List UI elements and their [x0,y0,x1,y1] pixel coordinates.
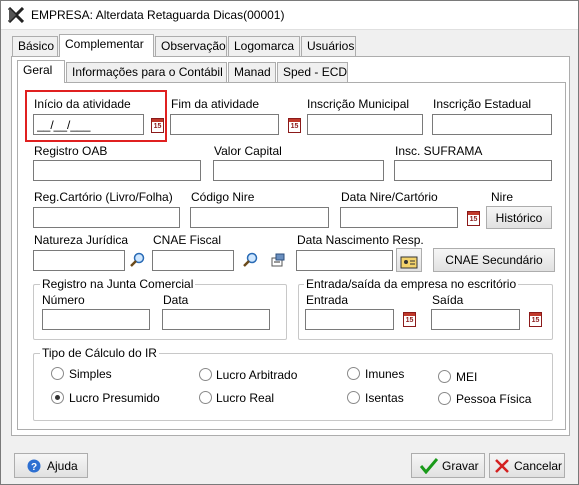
tab-sped-ecd[interactable]: Sped - ECD [277,62,348,83]
nire-label: Nire [491,190,514,204]
radio-lucro-real[interactable] [199,391,212,404]
radio-label: Isentas [365,391,404,405]
ajuda-label: Ajuda [47,459,78,473]
calendar-icon[interactable]: 15 [151,118,164,133]
valor-capital-label: Valor Capital [214,144,282,158]
registro-oab-input[interactable] [33,160,201,181]
radio-isentas[interactable] [347,391,360,404]
numero-input[interactable] [42,309,150,330]
radio-imunes[interactable] [347,367,360,380]
entrada-input[interactable] [305,309,394,330]
tab-label: Logomarca [234,39,295,53]
window-title: EMPRESA: Alterdata Retaguarda Dicas(0000… [31,8,285,22]
radio-label: Lucro Arbitrado [216,368,298,382]
inscricao-estadual-input[interactable] [432,114,552,135]
registro-oab-label: Registro OAB [34,144,108,158]
id-card-icon [400,256,418,269]
gravar-label: Gravar [442,459,479,473]
tipo-calculo-ir-title: Tipo de Cálculo do IR [40,346,159,360]
data-nascimento-resp-input[interactable] [296,250,393,271]
codigo-nire-input[interactable] [190,207,329,228]
data-nire-label: Data Nire/Cartório [341,190,438,204]
cnae-fiscal-input[interactable] [152,250,234,271]
saida-label: Saída [432,293,464,307]
radio-label: Lucro Real [216,391,275,405]
radio-label: Imunes [365,367,405,381]
calendar-icon[interactable]: 15 [467,211,480,226]
tab-label: Sped - ECD [283,65,348,79]
tab-observacao[interactable]: Observação [155,36,227,57]
insc-suframa-label: Insc. SUFRAMA [395,144,483,158]
tab-label: Usuários [307,39,355,53]
fim-atividade-label: Fim da atividade [171,97,260,111]
tab-basico[interactable]: Básico [12,36,58,57]
close-icon [495,459,509,473]
data-junta-input[interactable] [162,309,270,330]
title-bar: EMPRESA: Alterdata Retaguarda Dicas(0000… [0,0,579,30]
tab-label: Básico [18,39,55,53]
numero-label: Número [42,293,85,307]
calendar-icon[interactable]: 15 [288,118,301,133]
insc-suframa-input[interactable] [394,160,552,181]
radio-mei[interactable] [438,370,451,383]
tab-logomarca[interactable]: Logomarca [228,36,300,57]
cnae-fiscal-label: CNAE Fiscal [153,233,222,247]
ajuda-button[interactable]: ? Ajuda [14,453,88,478]
saida-input[interactable] [431,309,520,330]
tab-label: Complementar [65,37,144,51]
codigo-nire-label: Código Nire [191,190,255,204]
gravar-button[interactable]: Gravar [411,453,485,478]
natureza-juridica-label: Natureza Jurídica [34,233,129,247]
radio-lucro-presumido[interactable] [51,391,64,404]
inicio-atividade-label: Início da atividade [34,97,131,111]
radio-pessoa-fisica[interactable] [438,392,451,405]
search-icon[interactable] [129,252,145,268]
inscricao-municipal-input[interactable] [307,114,423,135]
checkmark-icon [420,458,438,474]
help-icon: ? [27,459,41,473]
natureza-juridica-input[interactable] [33,250,125,271]
radio-lucro-arbitrado[interactable] [199,368,212,381]
cancelar-label: Cancelar [514,459,563,473]
svg-text:?: ? [31,462,37,473]
junta-comercial-title: Registro na Junta Comercial [40,277,196,291]
tab-label: Manad [234,65,271,79]
calendar-icon[interactable]: 15 [529,312,542,327]
radio-label: Simples [69,367,112,381]
tab-geral[interactable]: Geral [17,60,65,83]
tab-usuarios[interactable]: Usuários [301,36,356,57]
tab-label: Informações para o Contábil [72,65,223,79]
data-nire-input[interactable] [340,207,458,228]
reg-cartorio-input[interactable] [33,207,180,228]
inscricao-municipal-label: Inscrição Municipal [307,97,410,111]
cancelar-button[interactable]: Cancelar [489,453,565,478]
entrada-saida-title: Entrada/saída da empresa no escritório [304,277,519,291]
search-icon[interactable] [242,252,258,268]
reg-cartorio-label: Reg.Cartório (Livro/Folha) [34,190,173,204]
calendar-icon[interactable]: 15 [403,312,416,327]
tab-label: Geral [23,63,53,77]
tipo-calculo-ir-group [33,353,553,421]
tab-label: Observação [161,39,226,53]
tab-manad[interactable]: Manad [228,62,276,83]
edit-list-icon[interactable] [270,252,286,268]
radio-simples[interactable] [51,367,64,380]
data-nascimento-resp-label: Data Nascimento Resp. [297,233,424,247]
data-label: Data [163,293,189,307]
tab-complementar[interactable]: Complementar [59,34,154,57]
valor-capital-input[interactable] [213,160,384,181]
inicio-atividade-input[interactable] [33,114,144,135]
person-card-button[interactable] [396,248,422,272]
tab-informacoes-contabil[interactable]: Informações para o Contábil [66,62,227,83]
radio-label: MEI [456,370,478,384]
cnae-secundario-button[interactable]: CNAE Secundário [433,248,555,272]
fim-atividade-input[interactable] [170,114,279,135]
app-logo-icon [8,7,24,23]
inscricao-estadual-label: Inscrição Estadual [433,97,532,111]
radio-label: Lucro Presumido [69,391,160,405]
radio-label: Pessoa Física [456,392,532,406]
historico-button[interactable]: Histórico [486,206,552,229]
entrada-label: Entrada [306,293,349,307]
